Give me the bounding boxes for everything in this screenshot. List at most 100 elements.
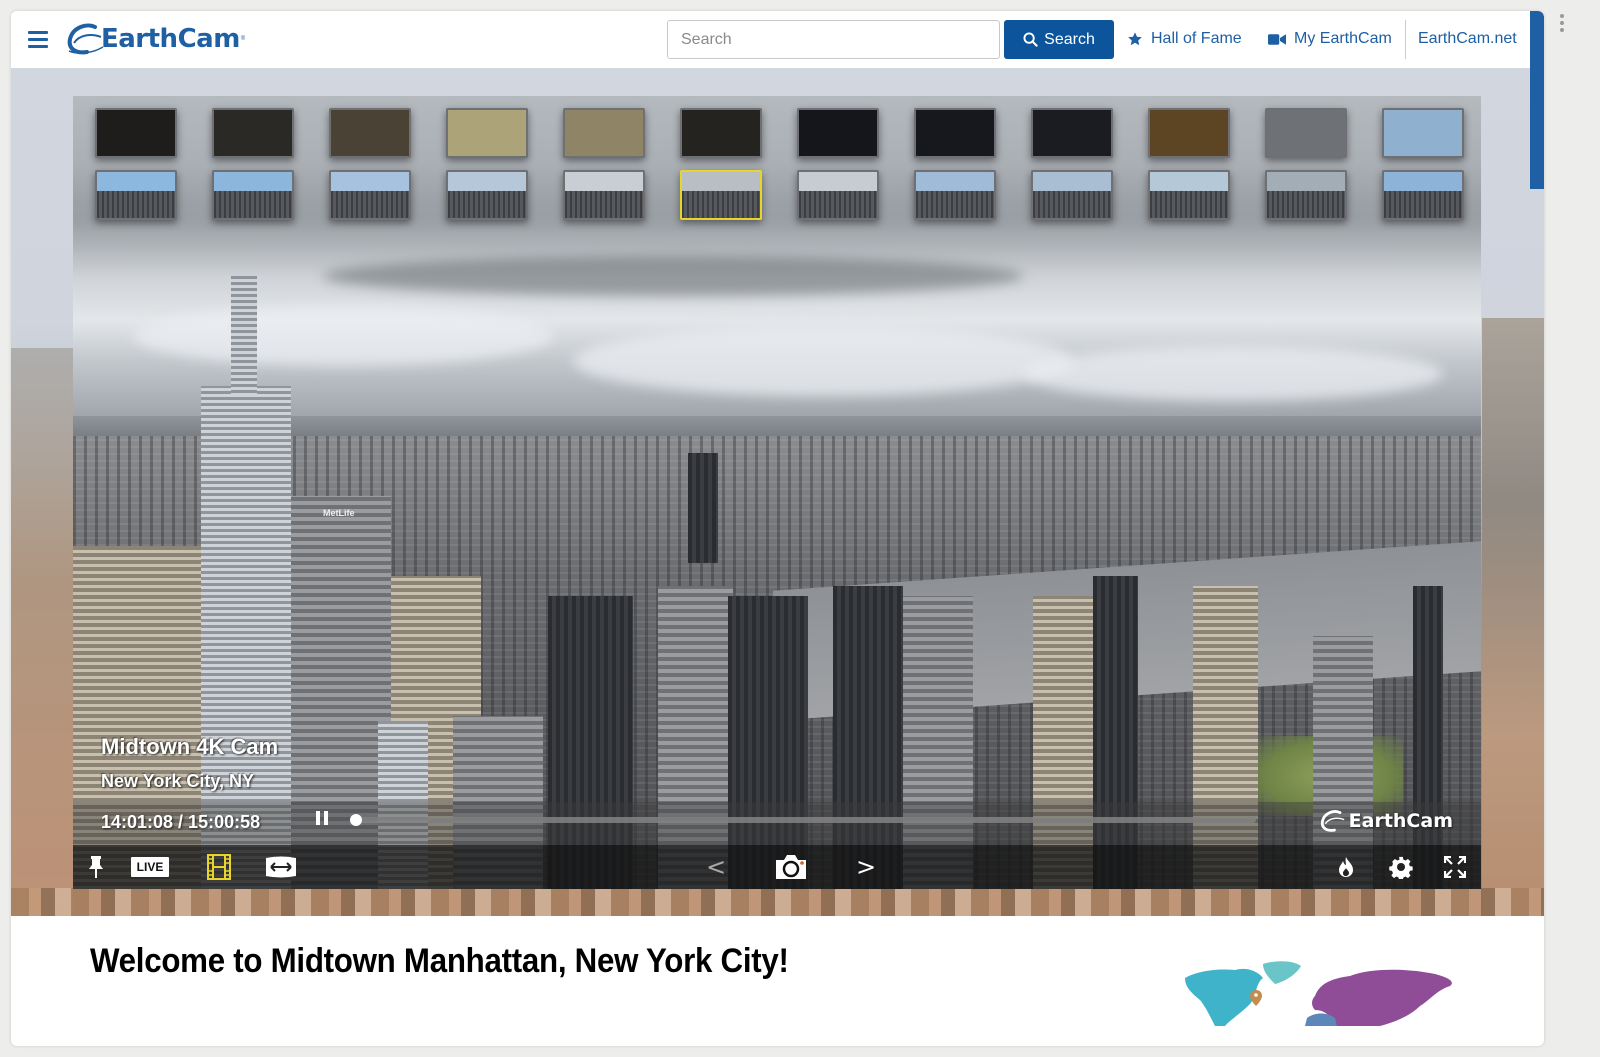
earthcam-net-label: EarthCam.net bbox=[1418, 30, 1517, 47]
widescreen-button[interactable] bbox=[263, 845, 299, 889]
my-earthcam-label: My EarthCam bbox=[1294, 30, 1392, 47]
timelapse-thumbnail[interactable] bbox=[1382, 170, 1464, 220]
timelapse-film-button[interactable] bbox=[204, 845, 234, 889]
thumbnail-city bbox=[565, 191, 643, 218]
my-earthcam-link[interactable]: My EarthCam bbox=[1268, 25, 1392, 53]
more-options-icon[interactable] bbox=[1560, 14, 1564, 32]
thumbnail-city bbox=[331, 191, 409, 218]
timelapse-thumbnail[interactable] bbox=[1265, 170, 1347, 220]
hall-of-fame-link[interactable]: Hall of Fame bbox=[1127, 25, 1242, 53]
nav-divider bbox=[1405, 20, 1406, 59]
next-arrow-icon: > bbox=[855, 853, 877, 881]
timelapse-thumbnail[interactable] bbox=[329, 170, 411, 220]
thumbnail-city bbox=[97, 191, 175, 218]
live-label: LIVE bbox=[130, 857, 170, 877]
metlife-sign: MetLife bbox=[323, 508, 355, 518]
flame-icon bbox=[1339, 857, 1353, 877]
previous-button[interactable]: < bbox=[701, 845, 731, 889]
timelapse-thumbnail[interactable] bbox=[95, 170, 177, 220]
hero-background: MetLife Midtown 4K Cam New York City, NY… bbox=[11, 68, 1544, 916]
search-input[interactable] bbox=[667, 20, 1000, 59]
camera-snapshot-icon bbox=[776, 855, 806, 879]
timelapse-thumbnail[interactable] bbox=[1031, 170, 1113, 220]
timelapse-thumbnail[interactable] bbox=[563, 108, 645, 158]
building bbox=[688, 453, 718, 563]
pause-button[interactable] bbox=[316, 811, 330, 827]
hero-left-backdrop bbox=[11, 348, 73, 916]
browser-window: EarthCam® Search Hall of Fame My EarthCa… bbox=[11, 11, 1544, 1046]
thumbnail-sky bbox=[97, 172, 175, 193]
search-button[interactable]: Search bbox=[1004, 20, 1114, 59]
thumbnail-sky bbox=[799, 172, 877, 193]
thumbnail-sky bbox=[1384, 172, 1462, 193]
timelapse-thumbnail[interactable] bbox=[1382, 108, 1464, 158]
thumbnail-city bbox=[1150, 191, 1228, 218]
hamburger-menu-icon[interactable] bbox=[28, 31, 48, 48]
time-readout: 14:01:08 / 15:00:58 bbox=[101, 812, 261, 832]
earthcam-swoosh-icon bbox=[67, 23, 104, 55]
logo-text: EarthCam bbox=[101, 24, 240, 54]
timelapse-thumbnail[interactable] bbox=[1148, 108, 1230, 158]
thumbnail-sky bbox=[682, 172, 760, 193]
timelapse-thumbnail[interactable] bbox=[680, 108, 762, 158]
search-button-label: Search bbox=[1044, 30, 1095, 48]
greenland-region bbox=[1263, 961, 1301, 984]
star-icon bbox=[1128, 32, 1142, 46]
thumbnail-city bbox=[448, 191, 526, 218]
timelapse-thumbnail[interactable] bbox=[1265, 108, 1347, 158]
thumbnail-sky bbox=[448, 172, 526, 193]
thumbnail-city bbox=[799, 191, 877, 218]
page-scrollbar-thumb[interactable] bbox=[1530, 11, 1544, 189]
timelapse-thumbnail[interactable] bbox=[212, 170, 294, 220]
timelapse-thumbnail[interactable] bbox=[1031, 108, 1113, 158]
hero-right-backdrop bbox=[1482, 318, 1544, 916]
previous-arrow-icon: < bbox=[705, 853, 727, 881]
progress-bar[interactable] bbox=[350, 814, 1256, 826]
live-button[interactable]: LIVE bbox=[127, 845, 173, 889]
cloud bbox=[1023, 346, 1443, 401]
registered-mark: ® bbox=[240, 36, 246, 42]
thumbnail-sky bbox=[214, 172, 292, 193]
timelapse-thumbnail-grid bbox=[95, 108, 1465, 220]
camera-title: Midtown 4K Cam bbox=[101, 734, 279, 759]
fullscreen-button[interactable] bbox=[1440, 845, 1470, 889]
thumbnail-city bbox=[1267, 191, 1345, 218]
page-heading: Welcome to Midtown Manhattan, New York C… bbox=[90, 942, 789, 980]
widescreen-icon bbox=[266, 856, 296, 878]
thumbnail-city bbox=[214, 191, 292, 218]
hero-bottom-backdrop bbox=[11, 888, 1544, 916]
timelapse-thumbnail[interactable] bbox=[914, 108, 996, 158]
cloud bbox=[573, 326, 1073, 396]
timelapse-thumbnail[interactable] bbox=[446, 170, 528, 220]
progress-handle[interactable] bbox=[350, 814, 362, 826]
site-header: EarthCam® Search Hall of Fame My EarthCa… bbox=[11, 11, 1544, 68]
timelapse-thumbnail[interactable] bbox=[95, 108, 177, 158]
video-player[interactable]: MetLife Midtown 4K Cam New York City, NY… bbox=[73, 96, 1481, 889]
gear-icon bbox=[1389, 856, 1413, 879]
tower-spire bbox=[231, 276, 257, 396]
popular-button[interactable] bbox=[1331, 845, 1361, 889]
timelapse-thumbnail[interactable] bbox=[914, 170, 996, 220]
timelapse-thumbnail[interactable] bbox=[797, 170, 879, 220]
timelapse-thumbnail[interactable] bbox=[212, 108, 294, 158]
timelapse-thumbnail-selected[interactable] bbox=[680, 170, 762, 220]
film-icon bbox=[207, 854, 231, 880]
settings-button[interactable] bbox=[1386, 845, 1416, 889]
world-map[interactable] bbox=[1175, 956, 1465, 1026]
player-control-bar: LIVE < > bbox=[73, 845, 1481, 889]
timelapse-thumbnail[interactable] bbox=[563, 170, 645, 220]
thumbnail-sky bbox=[916, 172, 994, 193]
timelapse-thumbnail[interactable] bbox=[446, 108, 528, 158]
cloud bbox=[133, 306, 553, 366]
timelapse-thumbnail[interactable] bbox=[1148, 170, 1230, 220]
pin-button[interactable] bbox=[81, 845, 111, 889]
timelapse-thumbnail[interactable] bbox=[797, 108, 879, 158]
next-button[interactable]: > bbox=[851, 845, 881, 889]
earthcam-watermark: EarthCam bbox=[1319, 808, 1453, 834]
timelapse-thumbnail[interactable] bbox=[329, 108, 411, 158]
earthcam-net-link[interactable]: EarthCam.net bbox=[1418, 25, 1517, 53]
earthcam-swoosh-icon bbox=[1320, 810, 1345, 832]
snapshot-button[interactable] bbox=[771, 845, 811, 889]
thumbnail-sky bbox=[565, 172, 643, 193]
earthcam-logo[interactable]: EarthCam ® bbox=[65, 19, 245, 59]
